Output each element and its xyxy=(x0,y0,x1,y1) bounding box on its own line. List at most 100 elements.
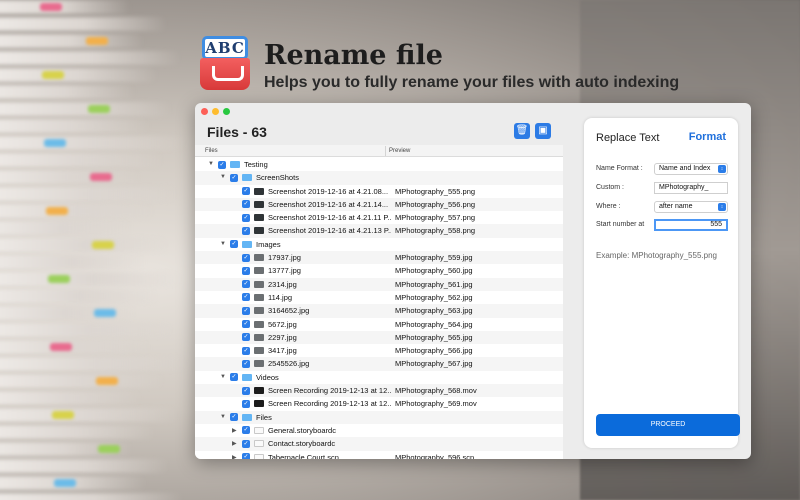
file-row[interactable]: ✓ Screenshot 2019-12-16 at 4.21.08... MPho… xyxy=(195,185,563,198)
row-checkbox[interactable]: ✓ xyxy=(242,306,250,315)
file-row[interactable]: ✓ Screen Recording 2019-12-13 at 12... MPh… xyxy=(195,397,563,410)
background-sheet xyxy=(0,391,141,405)
disclosure-open-icon[interactable]: ▼ xyxy=(220,241,226,247)
disclosure-open-icon[interactable]: ▼ xyxy=(208,161,214,167)
row-name: 2297.jpg xyxy=(268,332,297,342)
zoom-window-button[interactable] xyxy=(223,108,230,115)
row-checkbox[interactable]: ✓ xyxy=(230,173,238,182)
background-sheet xyxy=(0,51,181,65)
background-sheet xyxy=(0,34,144,48)
row-name: Screen Recording 2019-12-13 at 12... xyxy=(268,399,391,409)
screenshot-icon xyxy=(254,200,264,208)
file-row[interactable]: ✓ 114.jpg MPhotography_562.jpg xyxy=(195,291,563,304)
file-row[interactable]: ✓ 2314.jpg MPhotography_561.jpg xyxy=(195,277,563,291)
minimize-window-button[interactable] xyxy=(212,108,219,115)
image-preview-button[interactable]: ▣ xyxy=(535,123,551,139)
folder-row[interactable]: ▼ ✓ Videos xyxy=(195,371,563,384)
row-checkbox[interactable]: ✓ xyxy=(242,226,250,235)
background-sheet xyxy=(0,17,167,31)
file-row[interactable]: ✓ Screen Recording 2019-12-13 at 12... MPh… xyxy=(195,384,563,398)
row-checkbox[interactable]: ✓ xyxy=(242,320,250,329)
disclosure-open-icon[interactable]: ▼ xyxy=(220,374,226,380)
file-row[interactable]: ✓ 3164652.jpg MPhotography_563.jpg xyxy=(195,304,563,318)
row-checkbox[interactable]: ✓ xyxy=(242,346,250,355)
row-checkbox[interactable]: ✓ xyxy=(218,160,226,169)
row-checkbox[interactable]: ✓ xyxy=(242,453,250,459)
screenshot-icon xyxy=(254,227,264,235)
row-checkbox[interactable]: ✓ xyxy=(242,333,250,342)
row-name: 114.jpg xyxy=(268,292,293,302)
folder-row[interactable]: ▼ ✓ Testing xyxy=(195,158,563,171)
row-name: Images xyxy=(256,239,281,249)
row-checkbox[interactable]: ✓ xyxy=(242,293,250,302)
folder-row[interactable]: ▼ ✓ ScreenShots xyxy=(195,171,563,185)
folder-row[interactable]: ▼ ✓ Images xyxy=(195,238,563,251)
file-row[interactable]: ✓ 2297.jpg MPhotography_565.jpg xyxy=(195,330,563,345)
row-name: Tabernacle Court.scn xyxy=(268,452,339,459)
file-row[interactable]: ▶ ✓ Tabernacle Court.scn MPhotography_596.s… xyxy=(195,451,563,459)
format-tab[interactable]: Format xyxy=(689,131,726,143)
row-preview-name: MPhotography_596.scn xyxy=(395,452,475,459)
background-sheet xyxy=(0,102,172,116)
file-row[interactable]: ✓ 3417.jpg MPhotography_566.jpg xyxy=(195,344,563,357)
background-sheet xyxy=(0,255,145,269)
files-outline[interactable]: Files Preview ▼ ✓ Testing ▼ ✓ ScreenShots ✓ Scr… xyxy=(195,145,563,459)
column-header: Files Preview xyxy=(195,145,563,157)
file-row[interactable]: ✓ 17937.jpg MPhotography_559.jpg xyxy=(195,251,563,265)
row-checkbox[interactable]: ✓ xyxy=(242,280,250,289)
proceed-button[interactable]: PROCEED xyxy=(596,414,740,436)
file-row[interactable]: ✓ Screenshot 2019-12-16 at 4.21.11 P... MP… xyxy=(195,211,563,224)
trash-icon: 🗑 xyxy=(515,125,529,136)
disclosure-closed-icon[interactable]: ▶ xyxy=(232,440,237,447)
close-window-button[interactable] xyxy=(201,108,208,115)
start-number-field[interactable]: 555 xyxy=(654,219,728,231)
folder-icon xyxy=(242,413,252,421)
row-checkbox[interactable]: ✓ xyxy=(242,386,250,395)
name-format-select[interactable]: Name and Index ↕ xyxy=(654,163,728,175)
row-checkbox[interactable]: ✓ xyxy=(242,439,250,448)
row-checkbox[interactable]: ✓ xyxy=(242,187,250,196)
column-separator[interactable] xyxy=(385,146,386,156)
row-name: Screenshot 2019-12-16 at 4.21.14... xyxy=(268,199,389,209)
file-row[interactable]: ✓ Screenshot 2019-12-16 at 4.21.14... MPho… xyxy=(195,197,563,212)
background-sheet xyxy=(0,0,130,14)
row-checkbox[interactable]: ✓ xyxy=(242,253,250,262)
file-row[interactable]: ▶ ✓ General.storyboardc xyxy=(195,424,563,437)
background-sheet xyxy=(0,187,177,201)
app-icon-card: ABC xyxy=(202,36,248,60)
window-controls xyxy=(201,108,230,115)
column-files[interactable]: Files xyxy=(205,148,218,154)
document-icon xyxy=(254,453,264,459)
app-icon: ABC xyxy=(200,36,250,92)
disclosure-closed-icon[interactable]: ▶ xyxy=(232,454,237,459)
row-checkbox[interactable]: ✓ xyxy=(242,359,250,368)
column-preview[interactable]: Preview xyxy=(389,148,410,154)
disclosure-open-icon[interactable]: ▼ xyxy=(220,174,226,180)
folder-row[interactable]: ▼ ✓ Files xyxy=(195,410,563,424)
file-row[interactable]: ✓ Screenshot 2019-12-16 at 4.21.13 P... MP… xyxy=(195,224,563,238)
file-row[interactable]: ✓ 2545526.jpg MPhotography_567.jpg xyxy=(195,357,563,371)
disclosure-open-icon[interactable]: ▼ xyxy=(220,414,226,420)
start-number-label: Start number at xyxy=(596,221,645,228)
trash-button[interactable]: 🗑 xyxy=(514,123,530,139)
row-name: 2545526.jpg xyxy=(268,359,310,369)
image-thumbnail-icon xyxy=(254,347,264,355)
row-checkbox[interactable]: ✓ xyxy=(242,213,250,222)
row-checkbox[interactable]: ✓ xyxy=(242,200,250,209)
file-row[interactable]: ✓ 13777.jpg MPhotography_560.jpg xyxy=(195,264,563,277)
file-row[interactable]: ▶ ✓ Contact.storyboardc xyxy=(195,437,563,451)
row-checkbox[interactable]: ✓ xyxy=(242,266,250,275)
disclosure-closed-icon[interactable]: ▶ xyxy=(232,427,237,434)
row-checkbox[interactable]: ✓ xyxy=(242,399,250,408)
row-checkbox[interactable]: ✓ xyxy=(230,373,238,382)
row-checkbox[interactable]: ✓ xyxy=(230,240,238,249)
name-format-label: Name Format : xyxy=(596,165,643,172)
hero-title: Rename file xyxy=(264,40,443,71)
where-select[interactable]: after name ↕ xyxy=(654,201,728,213)
file-row[interactable]: ✓ 5672.jpg MPhotography_564.jpg xyxy=(195,318,563,331)
row-checkbox[interactable]: ✓ xyxy=(242,426,250,435)
custom-text-field[interactable]: MPhotography_ xyxy=(654,182,728,194)
row-preview-name: MPhotography_555.png xyxy=(395,186,476,196)
background-paper-clip xyxy=(54,479,76,487)
row-checkbox[interactable]: ✓ xyxy=(230,413,238,422)
